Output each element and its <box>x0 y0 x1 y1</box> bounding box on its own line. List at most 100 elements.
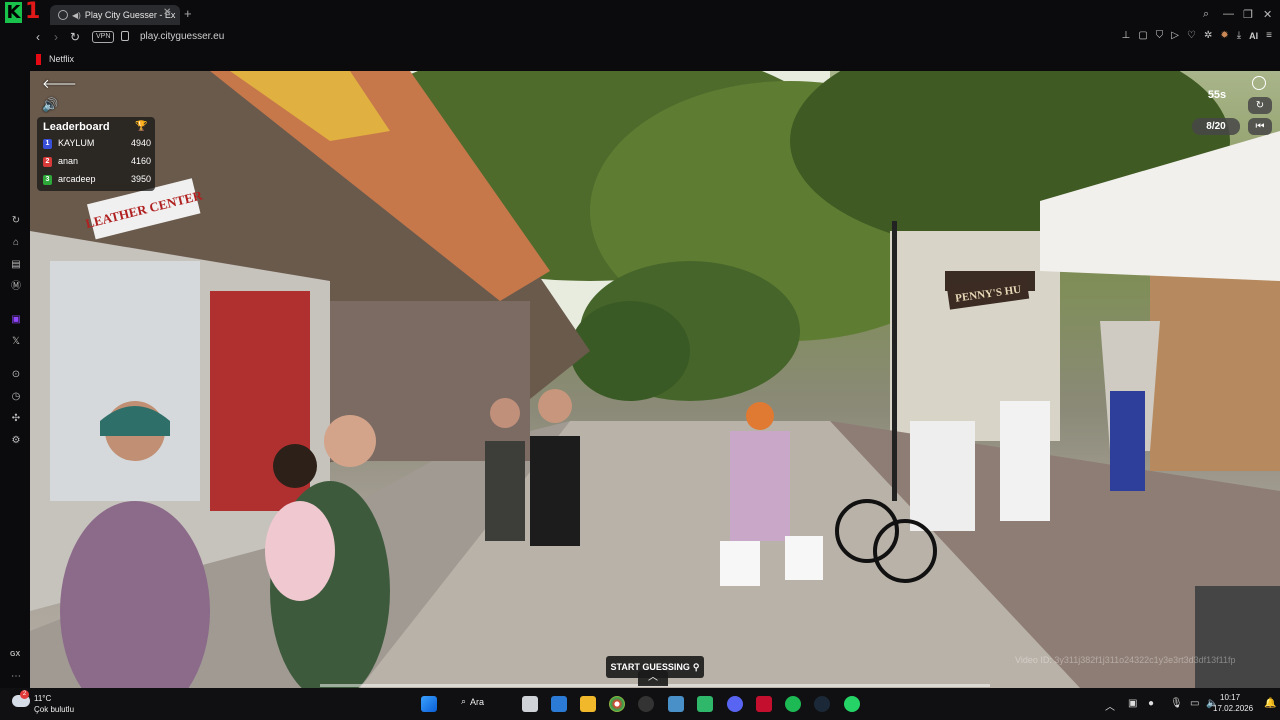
messenger-icon[interactable]: Ⓜ <box>10 281 22 293</box>
globe-icon <box>58 10 68 20</box>
start-menu-icon[interactable] <box>421 696 437 712</box>
task-view-icon[interactable] <box>522 696 538 712</box>
player-name: anan <box>58 156 79 166</box>
trophy-icon: 🏆 <box>135 121 148 132</box>
heart-icon[interactable]: ♡ <box>1187 30 1196 41</box>
whatsapp-desktop-icon[interactable] <box>697 696 713 712</box>
notification-icon[interactable]: 🔔 <box>1264 698 1276 709</box>
player-name: arcadeep <box>58 174 96 184</box>
network-icon[interactable]: ▭ <box>1190 698 1199 709</box>
leaderboard-row: 2 anan 4160 <box>43 154 151 170</box>
one-logo-icon: 1 <box>25 0 41 24</box>
leaderboard-title: Leaderboard <box>43 121 110 133</box>
lock-icon[interactable] <box>121 31 129 41</box>
minimize-icon[interactable]: — <box>1223 8 1234 20</box>
spotify-icon[interactable] <box>785 696 801 712</box>
gx-label[interactable]: GX <box>10 651 20 658</box>
extensions-toolbar: ⊥ ▢ ⛉ ▷ ♡ ✲ ✹ ⤓ AI ≡ <box>1122 30 1272 41</box>
replay-icon[interactable]: ↻ <box>1248 97 1272 114</box>
tab-cityguesser[interactable]: ◀) Play City Guesser - Ex <box>50 5 180 25</box>
x-icon[interactable]: 𝕏 <box>10 336 22 348</box>
bookmark-netflix[interactable]: Netflix <box>49 54 74 64</box>
forward-icon[interactable]: › <box>54 30 58 44</box>
netflix-icon <box>36 54 41 65</box>
extension-icon[interactable]: ✹ <box>1220 30 1228 41</box>
steam-icon[interactable] <box>814 696 830 712</box>
leaderboard-row: 1 KAYLUM 4940 <box>43 136 151 152</box>
player-score: 3950 <box>130 174 151 184</box>
chrome-icon[interactable] <box>609 696 625 712</box>
volume-icon[interactable]: 🔊 <box>42 97 58 113</box>
rank-badge: 2 <box>43 157 52 167</box>
round-timer: 55s <box>1207 89 1227 101</box>
round-counter: 8/20 <box>1192 118 1240 135</box>
clock-icon[interactable]: ◷ <box>10 391 22 403</box>
store-icon[interactable] <box>551 696 567 712</box>
search-icon: ⌕ <box>461 696 467 706</box>
photos-icon[interactable] <box>668 696 684 712</box>
player-name: KAYLUM <box>58 138 95 148</box>
bookmarks-bar: Netflix <box>0 49 1280 71</box>
new-tab-button[interactable]: + <box>184 7 192 21</box>
extensions-icon[interactable]: ✣ <box>10 413 22 425</box>
weather-temperature[interactable]: 11°C <box>34 694 51 703</box>
leaderboard-row: 3 arcadeep 3950 <box>43 172 151 188</box>
chevron-up-icon[interactable]: ︿ <box>638 670 668 686</box>
search-label: Ara <box>470 696 485 707</box>
street-view-video[interactable]: LEATHER CENTER PENNY'S HU 🡐 🔊 Leaderboar… <box>30 71 1280 688</box>
rank-badge: 1 <box>43 139 52 149</box>
back-arrow-icon[interactable]: 🡐 <box>42 76 77 92</box>
notification-badge: 2 <box>20 690 29 699</box>
vpn-badge[interactable]: VPN <box>92 31 115 43</box>
url-field[interactable]: play.cityguesser.eu <box>140 31 224 42</box>
steam-tray-icon[interactable]: ● <box>1148 698 1154 709</box>
windows-taskbar: 2 11°C Çok bulutlu ⌕ Ara ︿ ▣ ● 🎙 ▭ 🔈 10:… <box>0 688 1280 720</box>
taskbar-date[interactable]: 17.02.2026 <box>1213 704 1253 713</box>
download-icon[interactable]: ⤓ <box>1237 30 1241 41</box>
history-icon[interactable]: ↻ <box>10 215 22 227</box>
settings-icon[interactable]: ⚙ <box>10 435 22 447</box>
microphone-icon[interactable]: 🎙 <box>1170 698 1183 709</box>
speaker-icon: ◀) <box>72 10 81 20</box>
opera-gx-icon[interactable] <box>756 696 772 712</box>
address-bar: ‹ › ↻ VPN play.cityguesser.eu ⊥ ▢ ⛉ ▷ ♡ … <box>0 27 1280 49</box>
rank-badge: 3 <box>43 175 52 185</box>
browser-sidebar: ↻ ⌂ ▤ Ⓜ ▣ 𝕏 ⊙ ◷ ✣ ⚙ GX ⋯ <box>0 71 30 688</box>
taskbar-search[interactable]: ⌕ Ara <box>461 696 484 707</box>
twitch-icon[interactable]: ▣ <box>10 314 22 326</box>
pin-icon[interactable]: ⊥ <box>1122 30 1131 41</box>
browser-tab-bar: K 1 ◀) Play City Guesser - Ex ✕ + ⌕ — ❐ … <box>0 0 1280 30</box>
tab-close-icon[interactable]: ✕ <box>163 7 171 18</box>
tray-app-icon[interactable]: ▣ <box>1128 698 1137 709</box>
puzzle-icon[interactable]: ✲ <box>1204 30 1212 41</box>
wallet-icon[interactable]: ⌂ <box>10 237 22 249</box>
reload-icon[interactable]: ↻ <box>70 30 80 44</box>
leaderboard-panel: Leaderboard 🏆 1 KAYLUM 4940 2 anan 4160 … <box>37 117 155 191</box>
weather-condition[interactable]: Çok bulutlu <box>34 705 74 714</box>
menu-icon[interactable]: ≡ <box>1266 30 1272 41</box>
player-icon[interactable]: ⊙ <box>10 369 22 381</box>
tab-title: Play City Guesser - Ex <box>84 10 176 20</box>
close-window-icon[interactable]: ✕ <box>1263 8 1272 21</box>
player-score: 4160 <box>130 156 151 166</box>
more-icon[interactable]: ⋯ <box>10 671 22 683</box>
restart-icon[interactable]: ⏮ <box>1248 118 1272 135</box>
back-icon[interactable]: ‹ <box>36 30 40 44</box>
restore-icon[interactable]: ❐ <box>1243 8 1253 21</box>
search-tabs-icon[interactable]: ⌕ <box>1203 8 1209 21</box>
clock-icon[interactable] <box>1252 76 1266 90</box>
shield-icon[interactable]: ⛉ <box>1156 30 1164 41</box>
player-score: 4940 <box>130 138 151 148</box>
play-icon[interactable]: ▷ <box>1171 30 1179 41</box>
notes-icon[interactable]: ▤ <box>10 259 22 271</box>
screenshot-icon[interactable]: ▢ <box>1138 30 1147 41</box>
chevron-up-icon[interactable]: ︿ <box>1105 698 1115 713</box>
file-explorer-icon[interactable] <box>580 696 596 712</box>
street-scene-image: LEATHER CENTER PENNY'S HU <box>30 71 1280 688</box>
whatsapp-icon[interactable] <box>844 696 860 712</box>
ai-button[interactable]: AI <box>1249 31 1258 41</box>
obs-icon[interactable] <box>638 696 654 712</box>
taskbar-time[interactable]: 10:17 <box>1220 693 1240 702</box>
discord-icon[interactable] <box>727 696 743 712</box>
k-logo-icon: K <box>5 2 22 23</box>
